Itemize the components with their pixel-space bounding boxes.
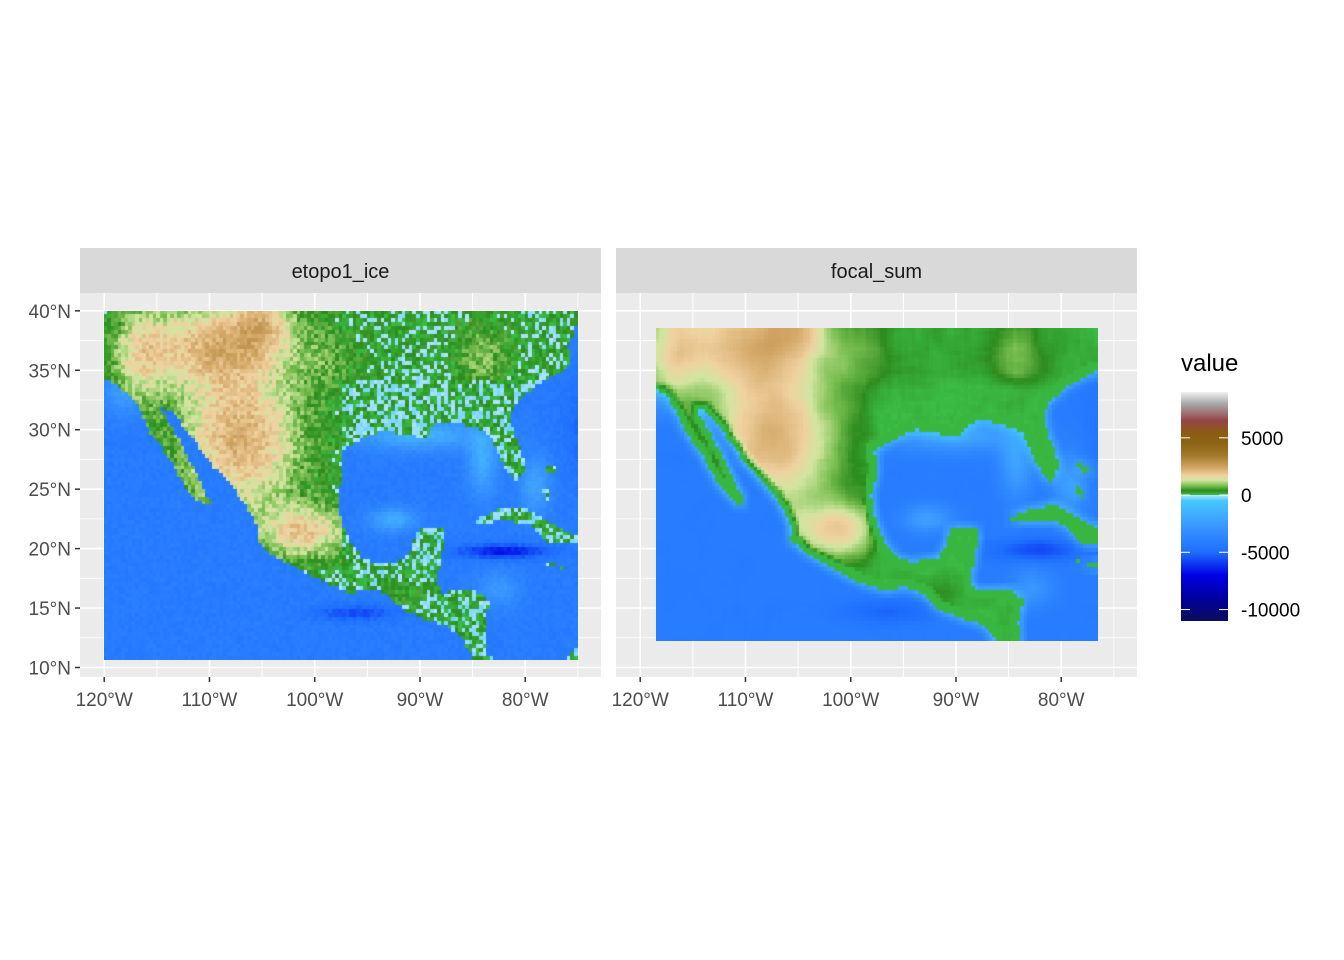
x-tick-label: 120°W [612,690,669,711]
panel-focal-sum: focal_sum [616,248,1137,677]
legend-label: 5000 [1241,429,1283,450]
legend-label: -5000 [1241,543,1290,564]
y-tick-label: 35°N [29,361,71,382]
x-axis-focal-sum: 120°W 110°W 100°W 90°W 80°W [612,677,1085,711]
legend-label: 0 [1241,486,1252,507]
x-tick-label: 100°W [286,690,343,711]
x-tick-label: 90°W [933,690,980,711]
panel-etopo1-ice: etopo1_ice [80,248,601,677]
x-tick-label: 80°W [502,690,549,711]
y-tick-label: 25°N [29,480,71,501]
elevation-raster-focal-sum [656,328,1098,641]
y-tick-label: 15°N [29,599,71,620]
x-tick-label: 100°W [822,690,879,711]
y-tick-label: 10°N [29,658,71,679]
legend-title: value [1181,350,1238,377]
x-tick-label: 90°W [397,690,444,711]
x-tick-label: 110°W [182,690,238,711]
legend: value 5000 0 -5000 -10000 [1181,350,1300,622]
map-figure: etopo1_ice focal_sum 40°N 35°N 30°N 25°N 20°… [29,248,1300,711]
x-tick-label: 80°W [1038,690,1085,711]
y-tick-label: 20°N [29,540,71,561]
legend-colorbar [1181,392,1228,621]
y-tick-label: 40°N [29,302,71,323]
x-tick-label: 120°W [76,690,133,711]
panel-title-focal-sum: focal_sum [831,261,922,283]
y-axis: 40°N 35°N 30°N 25°N 20°N 15°N 10°N [29,302,80,679]
x-axis-etopo1-ice: 120°W 110°W 100°W 90°W 80°W [76,677,549,711]
y-tick-label: 30°N [29,421,71,442]
x-tick-label: 110°W [718,690,774,711]
legend-label: -10000 [1241,601,1300,622]
elevation-raster-etopo1-ice [104,311,578,660]
panel-title-etopo1-ice: etopo1_ice [292,261,390,283]
